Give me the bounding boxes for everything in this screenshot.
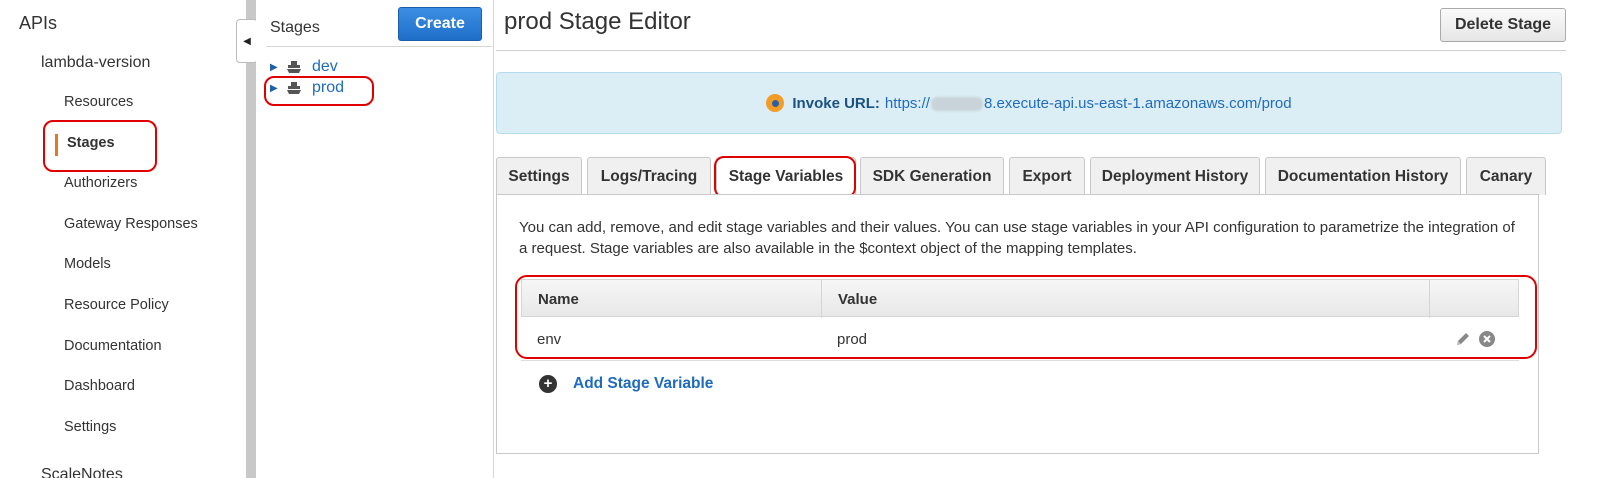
tab-deployment-history[interactable]: Deployment History [1090,157,1260,195]
tab-documentation-history[interactable]: Documentation History [1265,157,1461,195]
annotation-highlight-tab [714,156,856,198]
annotation-highlight-prod [264,76,374,106]
invoke-url-suffix: 8.execute-api.us-east-1.amazonaws.com/pr… [983,94,1292,112]
stages-tree-panel: Stages Create ▶ dev ▶ prod [256,0,494,478]
divider [496,50,1566,51]
invoke-url-prefix: https:// [884,94,930,112]
stage-variables-description: You can add, remove, and edit stage vari… [519,219,1515,257]
panel-splitter[interactable] [246,0,256,478]
invoke-url-label: Invoke URL: [792,94,880,112]
caret-left-icon: ◀ [243,35,251,47]
nav-item-dashboard[interactable]: Dashboard [64,378,135,394]
tab-export[interactable]: Export [1009,157,1085,195]
nav-api-name[interactable]: lambda-version [41,54,150,72]
create-stage-button[interactable]: Create [398,7,482,41]
tab-sdk-generation[interactable]: SDK Generation [860,157,1004,195]
invoke-url-banner: Invoke URL: https:// 8.execute-api.us-eas… [496,72,1562,134]
tab-settings[interactable]: Settings [496,157,582,195]
caret-right-icon[interactable]: ▶ [270,62,280,73]
nav-next-api[interactable]: ScaleNotes [41,466,123,478]
stages-panel-title: Stages [270,19,320,36]
invoke-url-link[interactable]: https:// 8.execute-api.us-east-1.amazonaw… [885,95,1292,112]
stage-tree-item-dev[interactable]: ▶ dev [270,56,338,78]
plus-circle-icon: + [539,375,557,393]
nav-item-gateway-responses[interactable]: Gateway Responses [64,216,198,232]
page-title: prod Stage Editor [504,8,691,35]
left-navigation: APIs lambda-version Resources Stages Aut… [0,0,246,478]
nav-item-models[interactable]: Models [64,256,111,272]
add-stage-variable-label: Add Stage Variable [573,375,714,392]
stage-icon [287,61,301,73]
add-stage-variable-button[interactable]: + Add Stage Variable [539,375,713,393]
tab-canary[interactable]: Canary [1466,157,1546,195]
nav-item-authorizers[interactable]: Authorizers [64,175,137,191]
nav-apis-link[interactable]: APIs [19,13,57,34]
nav-item-settings[interactable]: Settings [64,419,116,435]
divider [266,46,492,47]
redacted-url-segment [930,96,983,111]
nav-item-resources[interactable]: Resources [64,94,133,110]
nav-item-resource-policy[interactable]: Resource Policy [64,297,169,313]
stage-variables-panel: You can add, remove, and edit stage vari… [496,194,1539,454]
annotation-highlight-table [515,275,1537,359]
collapse-nav-button[interactable]: ◀ [236,19,258,63]
tab-logs-tracing[interactable]: Logs/Tracing [587,157,711,195]
stage-editor: prod Stage Editor Delete Stage Invoke UR… [494,0,1600,478]
info-dot-icon [766,94,785,112]
annotation-highlight-stages [43,120,157,172]
delete-stage-button[interactable]: Delete Stage [1440,8,1566,42]
stage-label: dev [312,58,338,75]
nav-item-documentation[interactable]: Documentation [64,338,162,354]
